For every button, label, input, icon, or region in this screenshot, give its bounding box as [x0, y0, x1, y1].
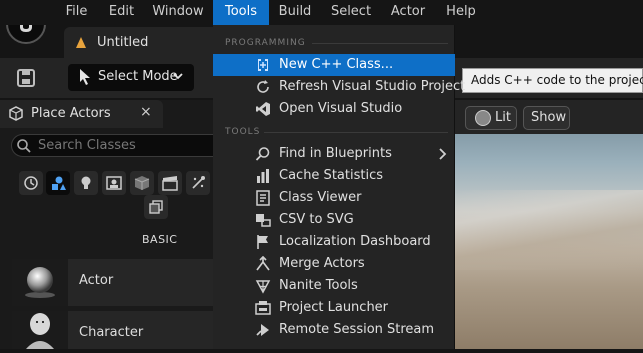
find-icon	[255, 147, 270, 161]
menu-item-label: Remote Session Stream	[279, 322, 435, 337]
effects-category-button[interactable]	[186, 171, 210, 195]
level-icon	[76, 37, 86, 48]
category-label: BASIC	[142, 233, 178, 246]
viewport-terrain	[455, 190, 643, 270]
character-list-label: Character	[79, 325, 144, 340]
tooltip-text: Adds C++ code to the project. Th	[471, 73, 643, 87]
section-divider	[312, 43, 448, 44]
menu-item-label: Cache Statistics	[279, 168, 383, 183]
cpp-class-icon	[258, 59, 268, 71]
actor-list-item[interactable]: Actor	[12, 259, 214, 306]
menu-item-label: CSV to SVG	[279, 212, 354, 227]
section-header-tools: TOOLS	[225, 127, 261, 137]
chevron-down-icon	[173, 73, 183, 80]
cinematic-category-button[interactable]	[102, 171, 126, 195]
cursor-icon	[80, 69, 90, 85]
menu-item-label: New C++ Class...	[279, 57, 394, 72]
visual-studio-icon	[256, 102, 270, 116]
menu-item-nanite-tools[interactable]: Nanite Tools	[213, 275, 455, 297]
statistics-icon	[257, 169, 269, 183]
menu-item-label: Class Viewer	[279, 190, 362, 205]
visual-effects-category-button[interactable]	[130, 171, 154, 195]
menu-item-class-viewer[interactable]: Class Viewer	[213, 187, 455, 209]
menu-item-label: Find in Blueprints	[279, 146, 392, 161]
menu-item-remote-session-stream[interactable]: Remote Session Stream	[213, 319, 455, 341]
class-viewer-icon	[256, 190, 270, 206]
lit-sphere-icon	[475, 110, 491, 126]
menu-item-label: Merge Actors	[279, 256, 365, 271]
section-header-programming: PROGRAMMING	[225, 38, 306, 48]
menu-help[interactable]: Help	[443, 0, 479, 25]
menu-item-find-in-blueprints[interactable]: Find in Blueprints	[213, 143, 455, 165]
cinematic-icon	[106, 176, 122, 190]
menu-item-new-cpp-class[interactable]: New C++ Class...	[213, 54, 455, 76]
refresh-icon	[257, 80, 269, 93]
menu-actor[interactable]: Actor	[388, 0, 428, 25]
lights-category-button[interactable]	[74, 171, 98, 195]
volumes-category-button[interactable]	[158, 171, 182, 195]
menu-item-open-visual-studio[interactable]: Open Visual Studio	[213, 98, 455, 120]
menu-tools[interactable]: Tools	[213, 0, 269, 25]
sparkle-icon	[192, 176, 205, 189]
recent-category-button[interactable]	[19, 171, 43, 195]
merge-icon	[256, 256, 270, 271]
menu-item-merge-actors[interactable]: Merge Actors	[213, 253, 455, 275]
basic-shapes-icon	[52, 176, 66, 190]
menu-file[interactable]: File	[59, 0, 94, 25]
select-mode-label: Select Mode	[98, 69, 178, 84]
basic-category-button[interactable]	[46, 171, 70, 195]
menu-item-label: Nanite Tools	[279, 278, 358, 293]
character-thumbnail	[12, 311, 68, 349]
level-tab-title: Untitled	[97, 35, 149, 50]
menu-item-label: Project Launcher	[279, 300, 389, 315]
stack-icon	[149, 200, 163, 214]
actor-list-label: Actor	[79, 273, 114, 288]
actor-thumbnail	[12, 259, 68, 306]
flag-icon	[257, 235, 268, 249]
section-divider	[264, 132, 448, 133]
lightbulb-icon	[81, 176, 91, 189]
stream-icon	[256, 324, 269, 336]
menu-select[interactable]: Select	[327, 0, 375, 25]
all-classes-category-button[interactable]	[144, 195, 168, 219]
place-actors-icon	[9, 106, 23, 121]
show-flags-label: Show	[531, 110, 567, 125]
search-icon	[17, 139, 31, 153]
menu-item-label: Refresh Visual Studio Project	[279, 79, 466, 94]
menu-window[interactable]: Window	[150, 0, 206, 25]
menu-item-refresh-vs-project[interactable]: Refresh Visual Studio Project	[213, 76, 465, 98]
menu-item-label: Localization Dashboard	[279, 234, 431, 249]
clapper-icon	[162, 176, 178, 191]
close-icon[interactable]: ×	[140, 104, 152, 120]
menu-bar: File Edit Window Tools Build Select Acto…	[0, 0, 643, 25]
save-icon[interactable]	[14, 66, 38, 90]
menu-item-csv-to-svg[interactable]: CSV to SVG	[213, 209, 455, 231]
csv-icon	[256, 214, 271, 227]
menu-item-project-launcher[interactable]: Project Launcher	[213, 297, 455, 319]
character-list-item[interactable]: Character	[12, 311, 214, 349]
cube-icon	[134, 176, 150, 190]
menu-item-cache-statistics[interactable]: Cache Statistics	[213, 165, 455, 187]
menu-item-label: Open Visual Studio	[279, 101, 403, 116]
launcher-icon	[255, 301, 271, 315]
search-input[interactable]	[38, 136, 208, 154]
chevron-right-icon	[439, 148, 447, 160]
place-actors-title: Place Actors	[31, 106, 111, 121]
menu-item-localization-dashboard[interactable]: Localization Dashboard	[213, 231, 455, 253]
nanite-icon	[255, 280, 271, 294]
clock-icon	[24, 176, 38, 190]
menu-build[interactable]: Build	[276, 0, 314, 25]
menu-edit[interactable]: Edit	[105, 0, 138, 25]
view-mode-label: Lit	[495, 110, 511, 125]
